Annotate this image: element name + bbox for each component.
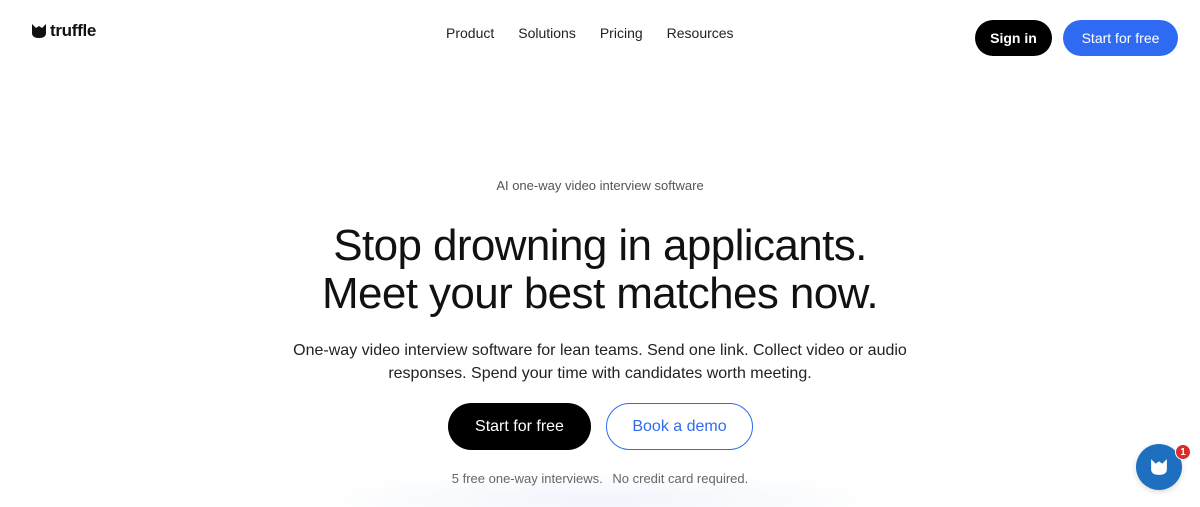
main-nav: Product Solutions Pricing Resources: [446, 24, 734, 42]
headline-line-2: Meet your best matches now.: [321, 269, 879, 318]
nav-item-solutions[interactable]: Solutions: [518, 24, 576, 42]
truffle-logo-icon: [1151, 459, 1167, 475]
headline-line-1: Stop drowning in applicants.: [333, 221, 867, 270]
header-start-free-button[interactable]: Start for free: [1063, 20, 1178, 56]
logo-link[interactable]: truffle: [31, 21, 96, 41]
nav-item-pricing[interactable]: Pricing: [600, 24, 643, 42]
truffle-logo-icon: [32, 24, 46, 38]
hero-eyebrow: AI one-way video interview software: [496, 178, 704, 193]
hero-headline: Stop drowning in applicants. Meet your b…: [0, 222, 1200, 318]
book-demo-button[interactable]: Book a demo: [606, 403, 753, 450]
hero-fine-print: 5 free one-way interviews. No credit car…: [0, 471, 1200, 487]
nav-item-resources[interactable]: Resources: [667, 24, 734, 42]
site-header: truffle Product Solutions Pricing Resour…: [0, 0, 1200, 76]
sign-in-button[interactable]: Sign in: [975, 20, 1052, 56]
fine-print-no-card: No credit card required.: [612, 471, 749, 486]
chat-notification-badge: 1: [1175, 444, 1191, 460]
fine-print-free-interviews: 5 free one-way interviews.: [451, 471, 603, 486]
hero-start-free-button[interactable]: Start for free: [448, 403, 591, 450]
nav-item-product[interactable]: Product: [446, 24, 494, 42]
logo-text: truffle: [50, 21, 97, 40]
hero-subtext: One-way video interview software for lea…: [293, 342, 907, 382]
